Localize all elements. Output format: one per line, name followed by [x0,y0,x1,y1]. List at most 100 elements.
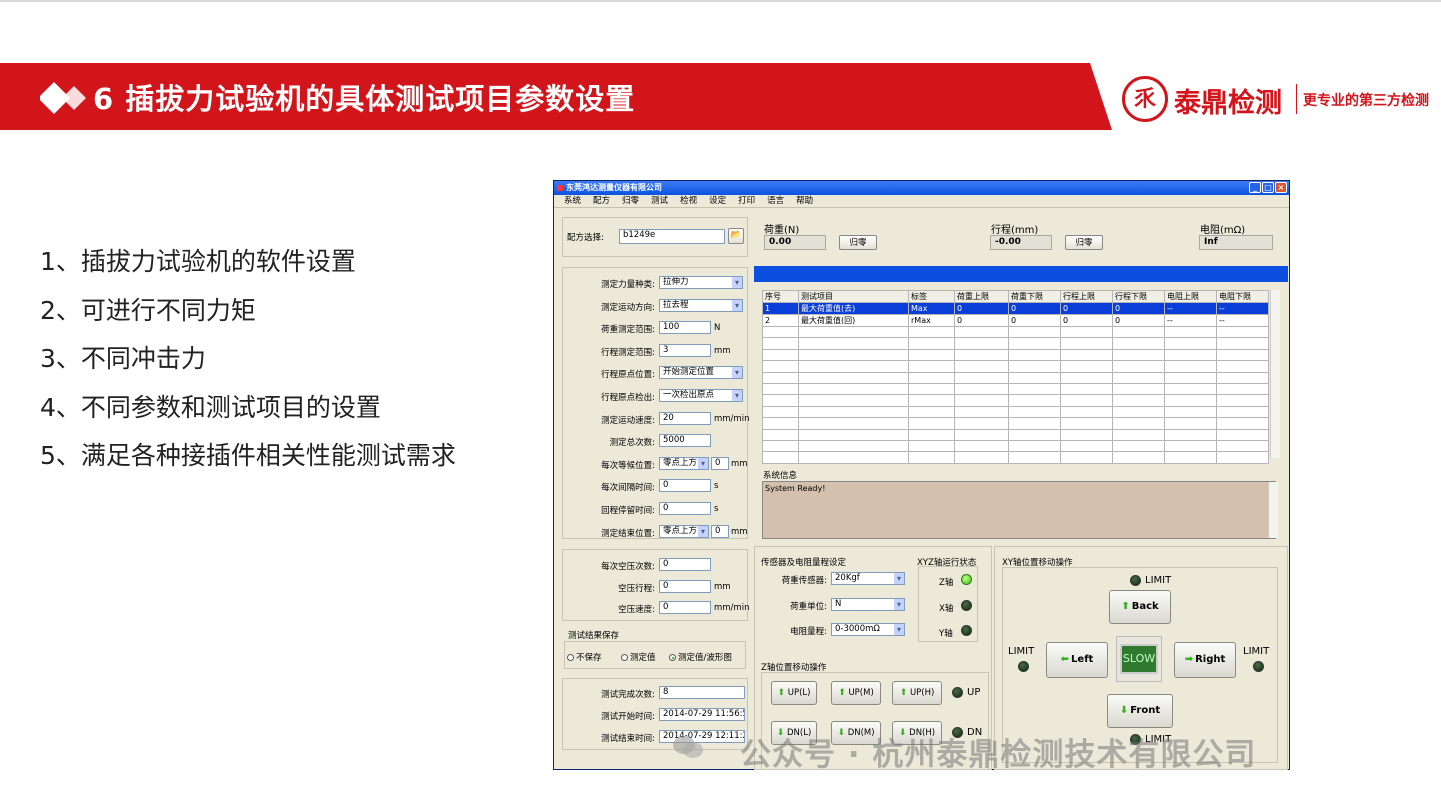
table-cell [1164,451,1217,464]
table-row[interactable]: 2 最大荷重值(回) rMax 0 0 0 0 -- -- [762,314,1269,327]
table-header-cell[interactable]: 行程下限 [1112,290,1165,303]
param-label: 测定运动方向: [601,302,655,313]
param-select[interactable]: 一次检出原点 [659,389,743,402]
menu-help[interactable]: 帮助 [796,195,813,207]
sensor-select[interactable]: 20Kgf [831,572,905,585]
table-header-cell[interactable]: 序号 [762,290,799,303]
table-cell [908,371,955,384]
table-header-cell[interactable]: 荷重上限 [954,290,1009,303]
param-label: 回程停留时间: [601,506,655,516]
menu-system[interactable]: 系统 [564,195,581,207]
open-folder-icon[interactable]: 📂 [728,228,744,244]
up-low-button[interactable]: ⬆ UP(L) [771,681,817,705]
table-cell: 0 [1008,302,1061,315]
table-cell: 最大荷重值(去) [798,302,909,315]
param-input[interactable]: 3 [659,343,711,357]
menu-recipe[interactable]: 配方 [593,195,610,207]
param-input[interactable]: 0 [711,456,729,470]
table-header-cell[interactable]: 电阻上限 [1164,290,1217,303]
table-cell [1216,394,1269,407]
up-mid-button[interactable]: ⬆ UP(M) [831,681,881,705]
window-titlebar[interactable]: 东莞鸿达测量仪器有限公司 _ □ × [554,181,1289,195]
unit-select[interactable]: N [831,598,905,611]
menu-zero[interactable]: 归零 [622,195,639,207]
table-cell [798,405,909,419]
table-cell: -- [1164,314,1217,327]
save-option-values[interactable]: 测定值 [621,651,656,663]
table-cell [1060,371,1113,384]
recipe-input[interactable]: b1249e [619,229,725,244]
table-cell [1060,360,1113,373]
params-panel: 测定力量种类:拉伸力测定运动方向:拉去程荷重测定范围:100N行程测定范围:3m… [562,267,749,539]
param-select[interactable]: 拉去程 [659,298,743,312]
table-row[interactable]: 1 最大荷重值(去) Max 0 0 0 0 -- -- [762,302,1269,315]
save-option-none[interactable]: 不保存 [567,651,602,663]
back-button[interactable]: ⬆ Back [1109,590,1171,624]
param-input[interactable]: 5000 [659,434,711,448]
menu-view[interactable]: 检视 [680,195,697,207]
param-input[interactable]: 0 [659,479,711,493]
app-window: 东莞鸿达测量仪器有限公司 _ □ × 系统 配方 归零 测试 检视 设定 打印 … [553,180,1290,770]
sysinfo-scrollbar[interactable] [1268,482,1278,538]
table-header-cell[interactable]: 荷重下限 [1008,290,1061,303]
resistance-range-select[interactable]: 0-3000mΩ [831,623,905,636]
menu-settings[interactable]: 设定 [709,195,726,207]
table-header-cell[interactable]: 标签 [908,290,955,303]
param-input[interactable]: 100 [659,321,711,335]
save-section: 测试结果保存 不保存 测定值 测定值/波形图 [562,627,748,671]
x-axis-label: X轴 [939,604,954,614]
menu-test[interactable]: 测试 [651,195,668,207]
table-cell [1112,371,1165,384]
status-label: 测试完成次数: [601,690,655,700]
maximize-button[interactable]: □ [1262,182,1274,193]
table-cell [1164,325,1217,339]
blank-press-input[interactable]: 0 [659,558,711,571]
table-scrollbar[interactable] [1270,290,1280,458]
minimize-button[interactable]: _ [1249,182,1261,193]
param-label: 每次间隔时间: [601,483,655,494]
menu-language[interactable]: 语言 [767,195,784,207]
front-button[interactable]: ⬇ Front [1107,694,1173,728]
param-select[interactable]: 开始测定位置 [659,366,743,380]
blank-press-input[interactable]: 0 [659,601,711,614]
table-header-cell[interactable]: 测试项目 [798,290,909,303]
left-button[interactable]: ⬅ Left [1046,642,1108,678]
slow-button[interactable]: SLOW [1120,644,1158,674]
table-cell: 0 [1112,302,1165,315]
param-unit: N [714,323,721,334]
sysinfo-text: System Ready! [765,484,826,493]
param-input[interactable]: 0 [659,502,711,515]
table-cell: 0 [1060,314,1113,327]
table-cell [954,348,1009,362]
param-select[interactable]: 拉伸力 [659,276,743,289]
stroke-zero-button[interactable]: 归零 [1065,235,1103,250]
table-cell [1112,325,1165,339]
table-cell [762,417,799,430]
table-cell [954,451,1009,464]
blank-press-input[interactable]: 0 [659,579,711,593]
right-button[interactable]: ➡ Right [1174,642,1236,678]
param-input[interactable]: 0 [711,524,729,538]
table-header-cell[interactable]: 行程上限 [1060,290,1113,303]
table-cell [1164,439,1217,453]
load-zero-button[interactable]: 归零 [839,235,877,250]
table-cell [1008,348,1061,362]
param-input[interactable]: 20 [659,411,711,425]
param-select[interactable]: 零点上方 [659,456,709,470]
param-select[interactable]: 零点上方 [659,524,709,538]
table-cell [1008,394,1061,407]
table-cell [798,337,909,350]
table-header-cell[interactable]: 电阻下限 [1216,290,1269,303]
window-title: 东莞鸿达测量仪器有限公司 [566,183,662,192]
table-cell [1060,348,1113,362]
menu-print[interactable]: 打印 [738,195,755,207]
status-label: 测试开始时间: [601,712,655,722]
table-cell [1164,382,1217,396]
back-limit-led [1130,575,1141,586]
close-button[interactable]: × [1275,182,1287,193]
table-empty-row [762,394,1269,407]
bullet-item: 3、不同冲击力 [40,344,206,373]
up-high-button[interactable]: ⬆ UP(H) [892,681,942,705]
logo-mark: 乑 [1122,76,1168,122]
save-option-values-waveform[interactable]: 测定值/波形图 [669,651,732,663]
